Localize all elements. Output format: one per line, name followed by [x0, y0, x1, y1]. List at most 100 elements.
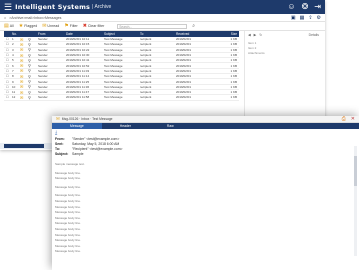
row-number: 8	[12, 74, 14, 79]
home-icon[interactable]: ⌂	[4, 16, 6, 20]
download-icon[interactable]: ⤓	[55, 130, 57, 136]
column-header[interactable]: Date	[64, 32, 102, 36]
table-row[interactable]: ☐ 12 ✉ ⚲ Sender 2019/02/01 11:58 Test Message r…	[4, 94, 239, 101]
close-icon[interactable]: ✕	[351, 116, 355, 122]
logout-icon[interactable]: ⇥	[314, 0, 321, 14]
email-viewer-window: ✉ Msg-00126 · Inbox · Test Message ⎙ ✕ M…	[52, 116, 359, 270]
message-table: No. From Date Subject To Received Size ☐ 1 ✉ ⚲ Sen…	[4, 31, 239, 101]
row-date: 2019/02/01 10:11	[66, 37, 90, 42]
back-icon[interactable]: ◀	[248, 33, 251, 37]
attachment-icon: ⚲	[28, 68, 31, 74]
row-subject: Test Message	[104, 95, 123, 100]
column-header[interactable]: To	[138, 32, 174, 36]
save-icon[interactable]: ▣	[291, 15, 296, 21]
toolbar-button[interactable]: ⚑ Filter	[64, 23, 77, 29]
tab-header[interactable]: Header	[102, 123, 149, 129]
row-date: 2019/02/01 10:15	[66, 42, 90, 47]
grid-icon[interactable]: ▦	[300, 15, 305, 21]
row-from: Sender	[38, 95, 48, 100]
row-size: 1 KB	[230, 95, 237, 100]
flag-icon: ✉	[20, 52, 24, 58]
menu-icon[interactable]: ☰	[4, 0, 12, 14]
flag-icon: ✉	[20, 94, 24, 100]
row-size: 1 KB	[230, 47, 237, 52]
row-to: recipient	[140, 63, 152, 68]
row-to: recipient	[140, 42, 152, 47]
row-date: 2019/02/01 10:41	[66, 58, 90, 63]
breadcrumb-item[interactable]: Archive	[11, 16, 23, 20]
header-value: Sample	[72, 151, 84, 156]
row-date: 2019/02/01 11:58	[66, 95, 90, 100]
header-key: Subject:	[55, 151, 69, 156]
attachment-icon: ⚲	[28, 47, 31, 53]
toolbar-button[interactable]: ✉ Unread	[42, 23, 59, 29]
row-size: 1 KB	[230, 84, 237, 89]
email-body: Sample message text. Message body line. Me…	[52, 156, 359, 255]
flag-icon: ✉	[20, 57, 24, 63]
column-header[interactable]: Subject	[102, 32, 138, 36]
row-subject: Test Message	[104, 53, 123, 58]
email-window-title: Msg-00126 · Inbox · Test Message	[61, 117, 113, 121]
row-received: 2019/02/01	[176, 63, 192, 68]
details-item[interactable]: Attachments	[248, 51, 319, 56]
header-key: To:	[55, 146, 61, 151]
help-icon[interactable]: ❂	[302, 0, 309, 14]
attachment-row: ⤓	[52, 129, 359, 136]
search-input[interactable]: Search...	[117, 23, 188, 29]
row-to: recipient	[140, 68, 152, 73]
row-number: 11	[12, 90, 16, 95]
row-subject: Test Message	[104, 42, 123, 47]
row-number: 2	[12, 42, 14, 47]
row-size: 1 KB	[230, 37, 237, 42]
envelope-icon: ✉	[56, 116, 60, 121]
toolbar-button[interactable]: ✖ Clear filter	[83, 23, 105, 29]
flag-icon: ✉	[20, 89, 24, 95]
row-size: 1 KB	[230, 79, 237, 84]
row-received: 2019/02/01	[176, 47, 192, 52]
row-size: 1 KB	[230, 68, 237, 73]
breadcrumb-item[interactable]: mail	[25, 16, 32, 20]
attachment-icon: ⚲	[28, 52, 31, 58]
settings-icon[interactable]: ⚙	[317, 15, 321, 21]
row-received: 2019/02/01	[176, 84, 192, 89]
scrollbar-thumb[interactable]	[354, 156, 357, 186]
export-icon[interactable]: ⇪	[308, 15, 312, 21]
print-icon[interactable]: ⎙	[342, 116, 346, 122]
tab-message[interactable]: Message	[52, 123, 102, 129]
row-received: 2019/02/01	[176, 79, 192, 84]
row-from: Sender	[38, 42, 48, 47]
column-header[interactable]: From	[36, 32, 64, 36]
column-header[interactable]: Received	[174, 32, 204, 36]
row-size: 1 KB	[230, 53, 237, 58]
breadcrumb-item[interactable]: Messages	[45, 16, 61, 20]
row-to: recipient	[140, 58, 152, 63]
flag-icon: ✉	[20, 68, 24, 74]
toolbar-button[interactable]: ★ Flagged	[19, 23, 37, 29]
row-received: 2019/02/01	[176, 95, 192, 100]
header-value: Saturday, May 5, 2018 6:00 AM	[72, 141, 120, 146]
attachment-icon: ⚲	[28, 57, 31, 63]
tab-raw[interactable]: Raw	[149, 123, 192, 129]
breadcrumb-item[interactable]: Inbox	[34, 16, 43, 20]
row-received: 2019/02/01	[176, 53, 192, 58]
email-headers: From: "Sender" <test@example.com> Sent: Sat…	[52, 136, 359, 156]
list-toolbar: ▤ All ★ Flagged ✉ Unread ⚑ Filter ✖ Clear filter …	[0, 22, 325, 31]
row-from: Sender	[38, 37, 48, 42]
row-size: 1 KB	[230, 74, 237, 79]
scrollbar[interactable]	[354, 146, 357, 256]
toolbar-icon: ⚑	[64, 23, 69, 29]
row-from: Sender	[38, 84, 48, 89]
breadcrumb: ⌂ > Archive > mail > Inbox > Messages ▣ …	[0, 14, 325, 22]
row-subject: Test Message	[104, 84, 123, 89]
row-number: 3	[12, 47, 14, 52]
header-value: "Sender" <test@example.com>	[72, 136, 120, 141]
row-from: Sender	[38, 47, 48, 52]
refresh-icon[interactable]: ↻	[259, 33, 262, 37]
column-header[interactable]: No.	[10, 32, 18, 36]
user-icon[interactable]: ☺	[287, 0, 295, 14]
search-icon[interactable]: ⌕	[192, 23, 195, 29]
toolbar-button[interactable]: ▤ All	[4, 23, 14, 29]
row-date: 2019/02/01 10:22	[66, 47, 90, 52]
forward-icon[interactable]: ▶	[254, 33, 257, 37]
column-header[interactable]: Size	[204, 32, 239, 36]
